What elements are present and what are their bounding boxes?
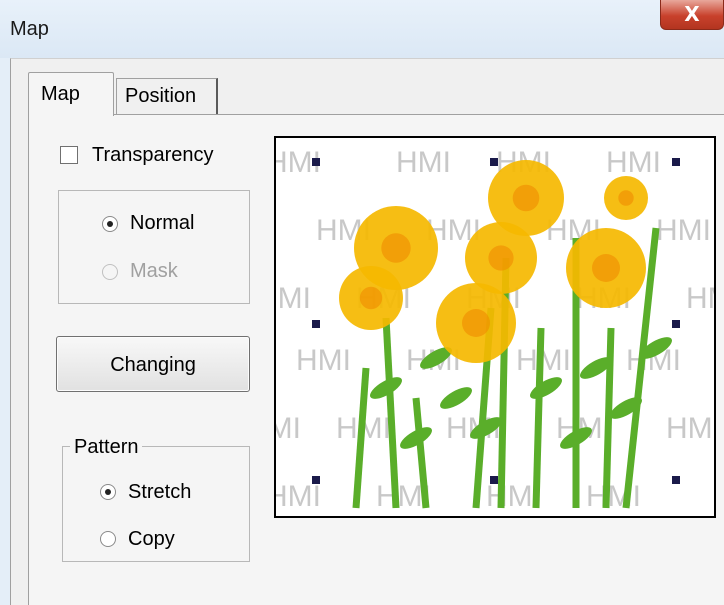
transparency-checkbox[interactable] xyxy=(60,146,78,164)
flower-picture: HMIHMIHMIHMIHMIHMIHMIHMIHMIHMIHMIHMIHMIH… xyxy=(276,146,714,513)
stretch-label: Stretch xyxy=(128,481,192,503)
pattern-group-title: Pattern xyxy=(70,436,143,459)
map-preview[interactable]: HMIHMIHMIHMIHMIHMIHMIHMIHMIHMIHMIHMIHMIH… xyxy=(274,136,716,518)
watermark-text: HMI xyxy=(276,282,311,315)
resize-handle xyxy=(672,320,680,328)
flower-center xyxy=(488,245,514,271)
normal-label: Normal xyxy=(130,212,195,234)
flower-center xyxy=(592,254,620,282)
resize-handle xyxy=(312,320,320,328)
mask-label: Mask xyxy=(130,260,178,282)
tab-position[interactable]: Position xyxy=(116,78,218,114)
resize-handle xyxy=(312,158,320,166)
watermark-text: HMI xyxy=(666,412,714,445)
flower-center xyxy=(618,190,634,206)
close-icon: X xyxy=(684,2,700,26)
resize-handle xyxy=(490,476,498,484)
tab-map-label: Map xyxy=(41,83,80,105)
normal-radio[interactable] xyxy=(102,216,118,232)
stretch-radio[interactable] xyxy=(100,484,116,500)
flower-center xyxy=(512,184,540,212)
watermark-text: HMI xyxy=(686,282,714,315)
flower-stem xyxy=(532,327,545,509)
tab-map[interactable]: Map xyxy=(28,72,114,116)
flower-center xyxy=(462,309,490,337)
watermark-text: HMI xyxy=(586,480,641,513)
resize-handle xyxy=(672,476,680,484)
copy-label: Copy xyxy=(128,528,175,550)
flower-leaf xyxy=(530,377,562,399)
resize-handle xyxy=(490,158,498,166)
title-bar[interactable]: Map X xyxy=(0,0,724,58)
watermark-text: HMI xyxy=(276,412,301,445)
close-button[interactable]: X xyxy=(660,0,724,30)
flower-stem xyxy=(602,327,615,509)
flower-center xyxy=(359,286,383,310)
watermark-text: HMI xyxy=(396,146,451,179)
flower-stem xyxy=(352,367,370,509)
copy-radio[interactable] xyxy=(100,531,116,547)
watermark-text: HMI xyxy=(276,480,321,513)
resize-handle xyxy=(672,158,680,166)
watermark-text: HMI xyxy=(486,480,541,513)
changing-button[interactable]: Changing xyxy=(56,336,250,392)
tab-position-label: Position xyxy=(125,85,197,107)
resize-handle xyxy=(312,476,320,484)
transparency-label: Transparency xyxy=(92,144,214,166)
watermark-text: HMI xyxy=(656,214,711,247)
watermark-text: HMI xyxy=(606,146,661,179)
mask-radio xyxy=(102,264,118,280)
window-title: Map xyxy=(10,18,49,40)
flower-center xyxy=(381,233,411,263)
map-dialog: Map X Map Position Transparency Normal M… xyxy=(0,0,724,605)
flower-leaf xyxy=(440,387,472,409)
mode-groupbox xyxy=(58,190,250,304)
watermark-text: HMI xyxy=(296,344,351,377)
